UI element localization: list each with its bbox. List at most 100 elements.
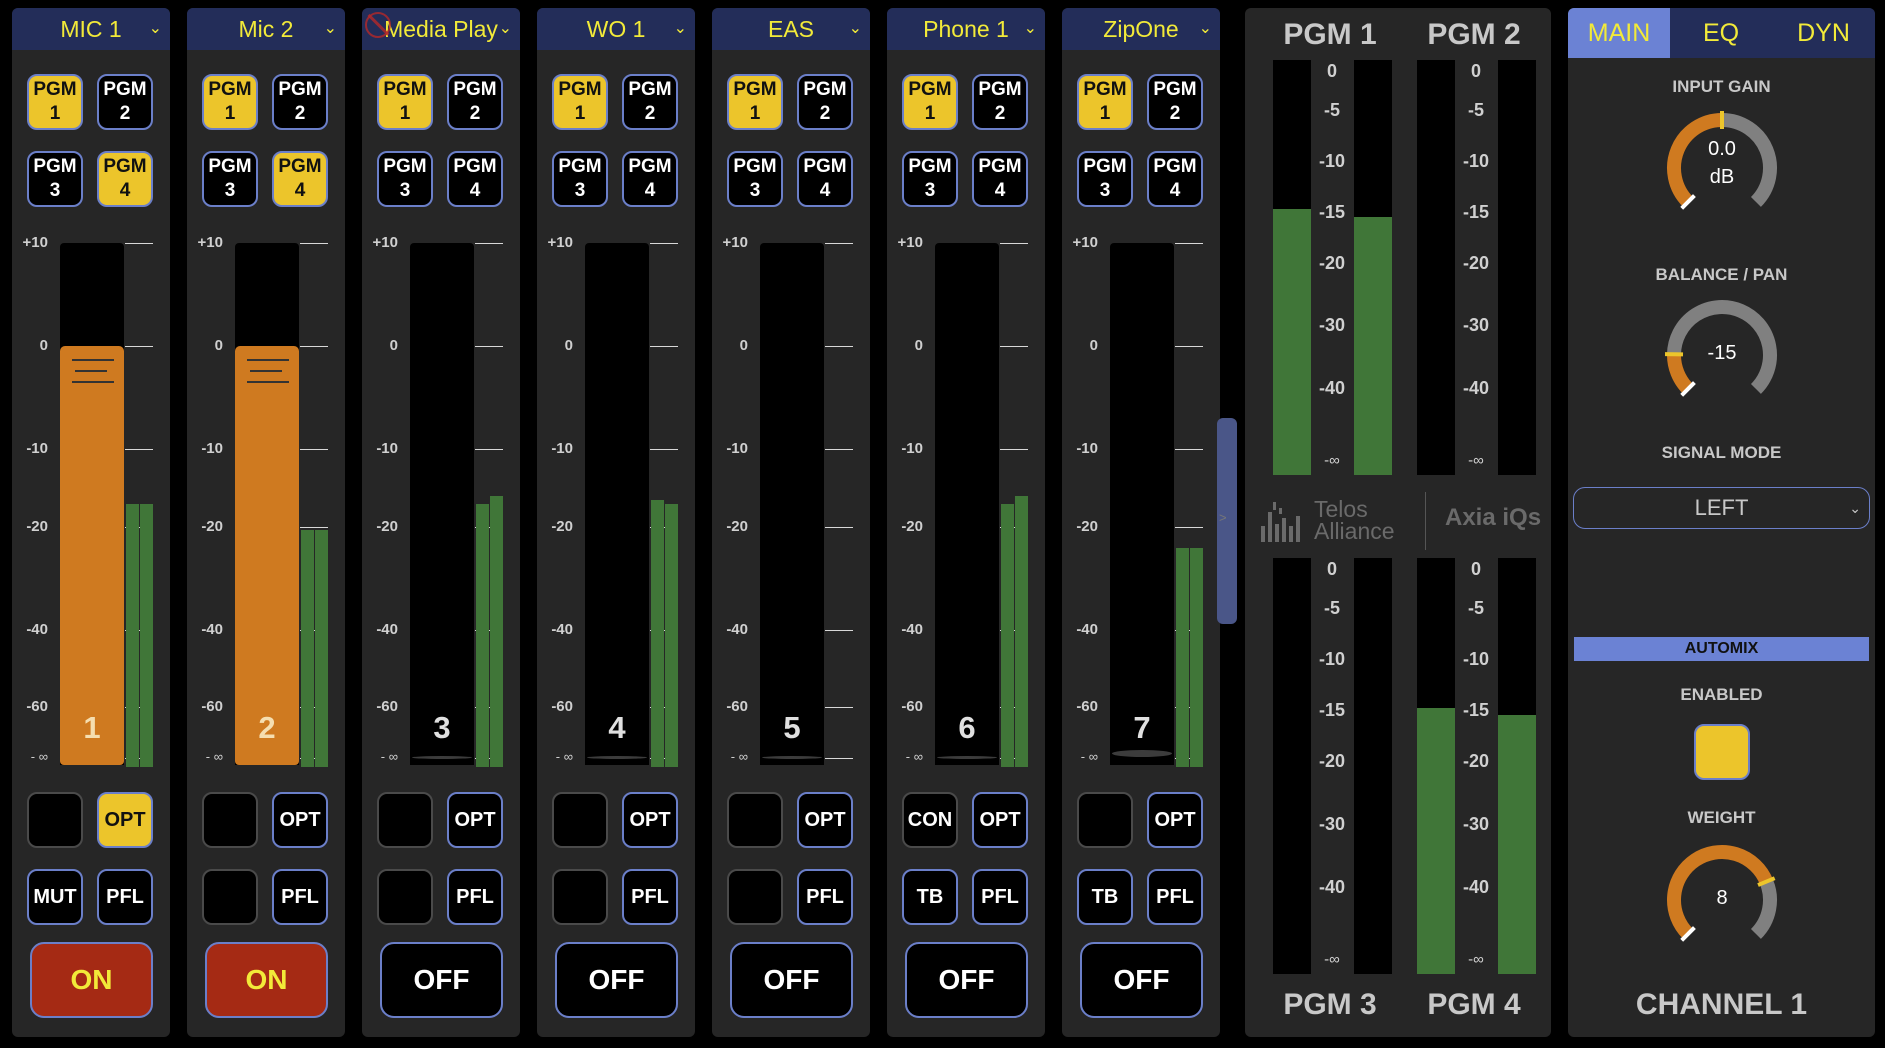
pgm-1-assign-button[interactable]: PGM 1: [1077, 74, 1133, 130]
fader-track[interactable]: [935, 243, 999, 765]
unassigned-button[interactable]: [377, 869, 433, 925]
unassigned-button[interactable]: [552, 792, 608, 848]
input-gain-knob[interactable]: 0.0 dB: [1662, 108, 1782, 228]
channel-on-off-button[interactable]: OFF: [905, 942, 1028, 1018]
pgm-level-meter: [1273, 558, 1311, 974]
pgm-1-assign-button[interactable]: PGM 1: [727, 74, 783, 130]
fader-handle[interactable]: [412, 756, 472, 759]
unassigned-button[interactable]: [552, 869, 608, 925]
tb-button[interactable]: TB: [1077, 869, 1133, 925]
pgm-3-assign-button[interactable]: PGM 3: [552, 151, 608, 207]
pgm-4-assign-button[interactable]: PGM 4: [797, 151, 853, 207]
fader-handle[interactable]: [587, 756, 647, 759]
weight-knob[interactable]: 8: [1662, 840, 1782, 960]
pgm-3-assign-button[interactable]: PGM 3: [377, 151, 433, 207]
mut-button[interactable]: MUT: [27, 869, 83, 925]
pgm-1-assign-button[interactable]: PGM 1: [552, 74, 608, 130]
con-button[interactable]: CON: [902, 792, 958, 848]
fader-track[interactable]: [410, 243, 474, 765]
balance-knob[interactable]: -15: [1662, 295, 1782, 415]
pfl-button[interactable]: PFL: [797, 869, 853, 925]
fader-handle[interactable]: [235, 346, 299, 765]
pgm-2-assign-button[interactable]: PGM 2: [972, 74, 1028, 130]
pgm-1-assign-button[interactable]: PGM 1: [377, 74, 433, 130]
scale-label: - ∞: [730, 749, 748, 764]
pgm-3-assign-button[interactable]: PGM 3: [902, 151, 958, 207]
source-select[interactable]: WO 1 ⌄: [537, 8, 695, 50]
channel-number: 7: [1133, 710, 1151, 745]
pgm-4-assign-button[interactable]: PGM 4: [622, 151, 678, 207]
opt-button[interactable]: OPT: [622, 792, 678, 848]
fader-handle[interactable]: [1112, 750, 1172, 757]
unassigned-button[interactable]: [202, 792, 258, 848]
pgm-4-assign-button[interactable]: PGM 4: [272, 151, 328, 207]
opt-button[interactable]: OPT: [272, 792, 328, 848]
fader-handle[interactable]: [60, 346, 124, 765]
tb-button[interactable]: TB: [902, 869, 958, 925]
scale-label: - ∞: [905, 749, 923, 764]
pfl-button[interactable]: PFL: [622, 869, 678, 925]
automix-enabled-toggle[interactable]: [1694, 724, 1750, 780]
pgm-2-assign-button[interactable]: PGM 2: [272, 74, 328, 130]
automix-header: AUTOMIX: [1574, 637, 1869, 661]
opt-button[interactable]: OPT: [1147, 792, 1203, 848]
channel-on-off-button[interactable]: ON: [205, 942, 328, 1018]
channel-on-off-button[interactable]: OFF: [380, 942, 503, 1018]
pgm-4-assign-button[interactable]: PGM 4: [972, 151, 1028, 207]
source-select[interactable]: Phone 1 ⌄: [887, 8, 1045, 50]
pgm-level-meter: [1498, 60, 1536, 475]
tab-main[interactable]: MAIN: [1568, 8, 1670, 58]
pgm-3-assign-button[interactable]: PGM 3: [1077, 151, 1133, 207]
pgm-4-assign-button[interactable]: PGM 4: [447, 151, 503, 207]
unassigned-button[interactable]: [727, 792, 783, 848]
pgm-1-assign-button[interactable]: PGM 1: [202, 74, 258, 130]
telos-text-line2: Alliance: [1314, 518, 1395, 544]
unassigned-button[interactable]: [377, 792, 433, 848]
pgm-4-assign-button[interactable]: PGM 4: [1147, 151, 1203, 207]
pgm-2-assign-button[interactable]: PGM 2: [97, 74, 153, 130]
pgm-2-assign-button[interactable]: PGM 2: [447, 74, 503, 130]
pgm-3-assign-button[interactable]: PGM 3: [202, 151, 258, 207]
pfl-button[interactable]: PFL: [447, 869, 503, 925]
scroll-handle[interactable]: >: [1217, 418, 1237, 624]
opt-button[interactable]: OPT: [447, 792, 503, 848]
pgm-scale-label: -30: [1318, 813, 1345, 834]
pfl-button[interactable]: PFL: [97, 869, 153, 925]
source-select[interactable]: Mic 2 ⌄: [187, 8, 345, 50]
channel-on-off-button[interactable]: ON: [30, 942, 153, 1018]
pgm-1-assign-button[interactable]: PGM 1: [902, 74, 958, 130]
pfl-button[interactable]: PFL: [272, 869, 328, 925]
pfl-button[interactable]: PFL: [1147, 869, 1203, 925]
pgm-2-assign-button[interactable]: PGM 2: [622, 74, 678, 130]
pfl-button[interactable]: PFL: [972, 869, 1028, 925]
signal-mode-select[interactable]: LEFT ⌄: [1573, 487, 1870, 529]
tab-eq[interactable]: EQ: [1670, 8, 1772, 58]
unassigned-button[interactable]: [727, 869, 783, 925]
opt-button[interactable]: OPT: [972, 792, 1028, 848]
tab-dyn[interactable]: DYN: [1772, 8, 1875, 58]
channel-on-off-button[interactable]: OFF: [730, 942, 853, 1018]
unassigned-button[interactable]: [27, 792, 83, 848]
opt-button[interactable]: OPT: [97, 792, 153, 848]
fader-handle[interactable]: [937, 756, 997, 759]
pgm-2-assign-button[interactable]: PGM 2: [1147, 74, 1203, 130]
source-select[interactable]: EAS ⌄: [712, 8, 870, 50]
pgm-2-assign-button[interactable]: PGM 2: [797, 74, 853, 130]
unassigned-button[interactable]: [202, 869, 258, 925]
channel-on-off-button[interactable]: OFF: [555, 942, 678, 1018]
pgm-3-assign-button[interactable]: PGM 3: [27, 151, 83, 207]
fader-track[interactable]: [1110, 243, 1174, 765]
fader-track[interactable]: [760, 243, 824, 765]
source-select[interactable]: Media Play ⌄: [362, 8, 520, 50]
unassigned-button[interactable]: [1077, 792, 1133, 848]
pgm-4-assign-button[interactable]: PGM 4: [97, 151, 153, 207]
pgm-level-meter: [1498, 558, 1536, 974]
fader-handle[interactable]: [762, 756, 822, 759]
channel-on-off-button[interactable]: OFF: [1080, 942, 1203, 1018]
fader-track[interactable]: [585, 243, 649, 765]
pgm-3-assign-button[interactable]: PGM 3: [727, 151, 783, 207]
source-select[interactable]: MIC 1 ⌄: [12, 8, 170, 50]
source-select[interactable]: ZipOne ⌄: [1062, 8, 1220, 50]
opt-button[interactable]: OPT: [797, 792, 853, 848]
pgm-1-assign-button[interactable]: PGM 1: [27, 74, 83, 130]
